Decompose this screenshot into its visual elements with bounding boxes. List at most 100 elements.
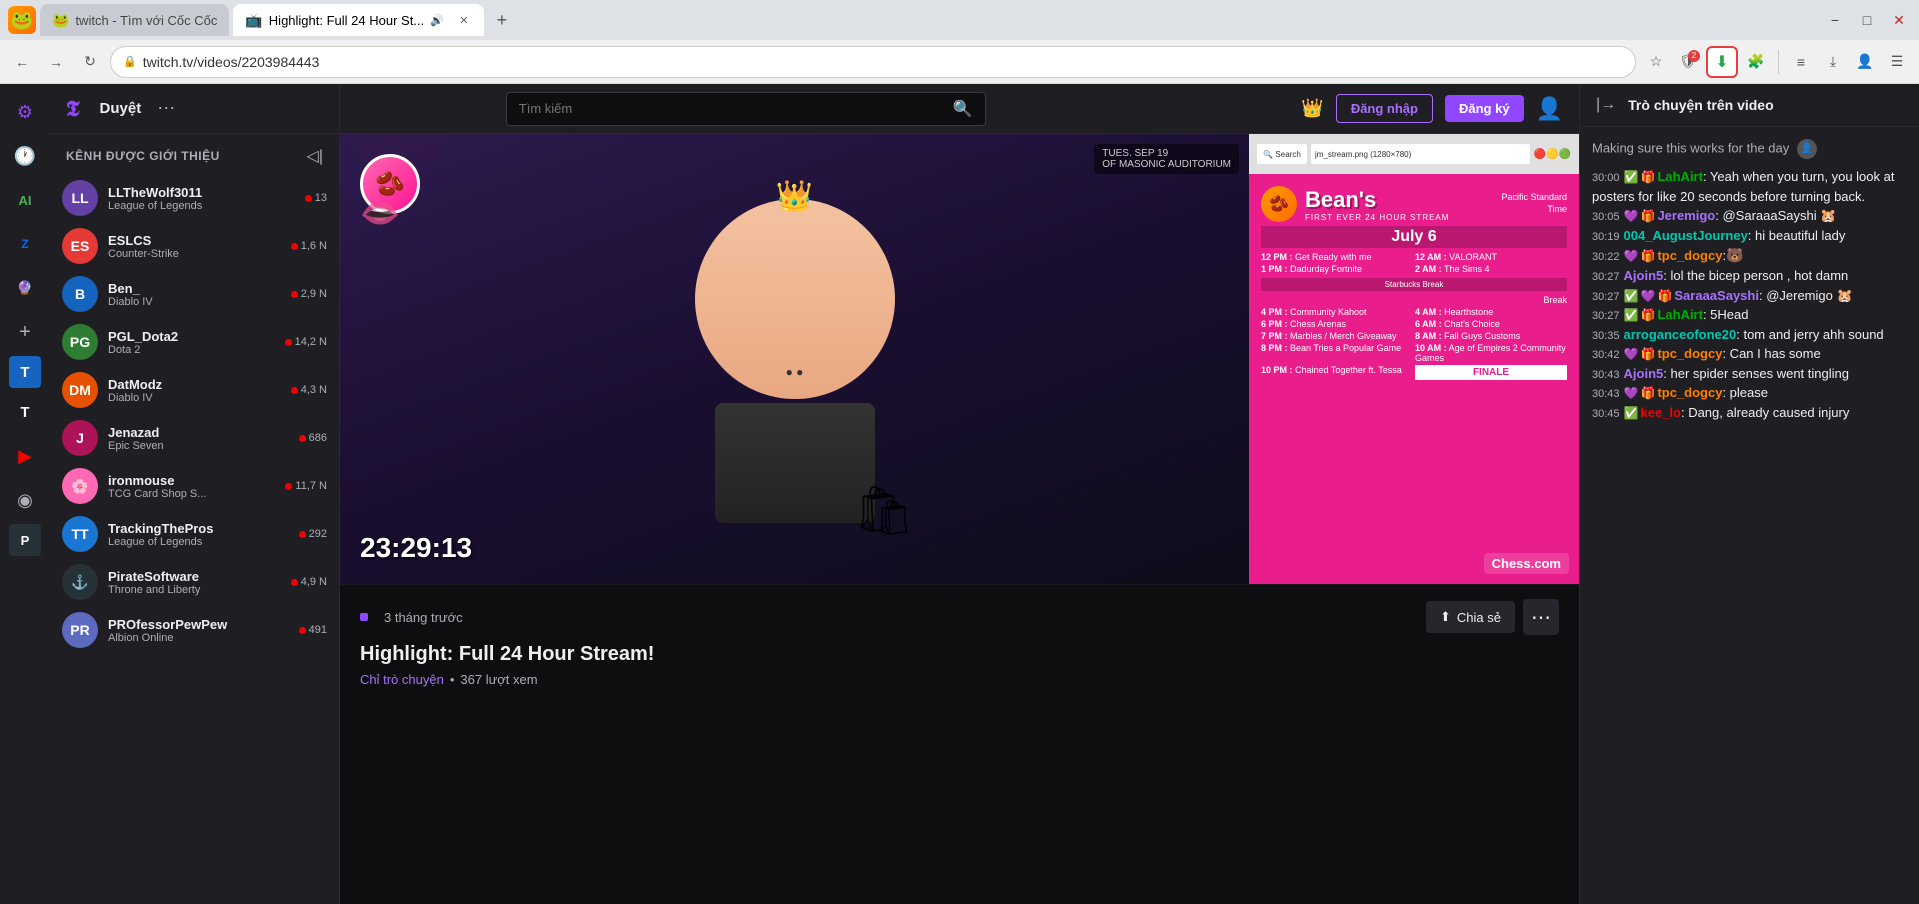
close-button[interactable]: ✕ xyxy=(1887,8,1911,32)
sidebar-icon-ai[interactable]: AI xyxy=(5,180,45,220)
video-frame[interactable]: 🫘 TUES. SEP 19OF MASONIC AUDITORIUM 👑 xyxy=(340,134,1579,584)
sidebar-icon-youtube[interactable]: ▶ xyxy=(5,436,45,476)
message-username[interactable]: LahAirt xyxy=(1657,307,1703,322)
chat-messages-list: 30:00✅🎁LahAirt: Yeah when you turn, you … xyxy=(1592,167,1907,422)
video-stats-row: Chỉ trò chuyện • 367 lượt xem xyxy=(360,672,1559,687)
channel-list-item[interactable]: ES ESLCS Counter-Strike 1,6 N xyxy=(50,222,339,270)
channel-name: PGL_Dota2 xyxy=(108,329,275,344)
sidebar-icon-other[interactable]: ◉ xyxy=(5,480,45,520)
tab-2[interactable]: 📺 Highlight: Full 24 Hour St... 🔊 ✕ xyxy=(233,4,484,36)
browser-chrome: 🐸 🐸 twitch - Tìm với Cốc Cốc 📺 Highlight… xyxy=(0,0,1919,84)
message-username[interactable]: kee_lo xyxy=(1640,405,1680,420)
channel-link-text[interactable]: Chỉ trò chuyện xyxy=(360,672,444,687)
refresh-button[interactable]: ↻ xyxy=(76,48,104,76)
sidebar-icon-search[interactable]: 🔮 xyxy=(5,268,45,308)
sidebar-collapse-button[interactable]: ◁| xyxy=(307,146,323,166)
message-text: : 5Head xyxy=(1703,307,1749,322)
back-button[interactable]: ← xyxy=(8,48,36,76)
tab2-close-button[interactable]: ✕ xyxy=(456,12,472,28)
tab2-favicon: 📺 xyxy=(245,12,262,29)
shield-button[interactable]: 🛡 2 xyxy=(1674,48,1702,76)
message-username[interactable]: LahAirt xyxy=(1657,169,1703,184)
login-button[interactable]: Đăng nhập xyxy=(1336,94,1433,123)
new-tab-button[interactable]: + xyxy=(488,6,516,34)
menu-button[interactable]: ☰ xyxy=(1883,48,1911,76)
channel-sidebar: 𝕿 Duyệt ⋯ KÊNH ĐƯỢC GIỚI THIỆU ◁| LL LLT… xyxy=(50,84,340,904)
live-dot xyxy=(285,483,292,490)
channel-list-item[interactable]: B Ben_ Diablo IV 2,9 N xyxy=(50,270,339,318)
sidebar-icon-t1[interactable]: T xyxy=(9,356,41,388)
twitch-topbar: 𝕿 Duyệt ⋯ xyxy=(50,84,339,134)
maximize-button[interactable]: □ xyxy=(1855,8,1879,32)
sidebar-icon-pirate[interactable]: P xyxy=(9,524,41,556)
message-text: : tom and jerry ahh sound xyxy=(1736,327,1883,342)
browse-more-button[interactable]: ⋯ xyxy=(157,98,175,119)
forward-button[interactable]: → xyxy=(42,48,70,76)
schedule-item-2: 12 AM : VALORANT xyxy=(1415,252,1567,262)
message-username[interactable]: tpc_dogcy xyxy=(1657,346,1722,361)
channel-list-item[interactable]: PG PGL_Dota2 Dota 2 14,2 N xyxy=(50,318,339,366)
video-title-text: Highlight: Full 24 Hour Stream! xyxy=(360,643,1559,666)
channel-list-item[interactable]: LL LLTheWolf3011 League of Legends 13 xyxy=(50,174,339,222)
video-meta-row: 3 tháng trước ⬆ Chia sẻ ⋯ xyxy=(360,599,1559,635)
video-right-panel: 🔍 Search jm_stream.png (1280×780) 🔴🟡🟢 🫘 … xyxy=(1249,134,1579,584)
share-button[interactable]: ⬆ Chia sẻ xyxy=(1426,601,1515,633)
channel-avatar: B xyxy=(62,276,98,312)
message-username[interactable]: Jeremigo xyxy=(1657,208,1715,223)
sidebar-title-text: KÊNH ĐƯỢC GIỚI THIỆU xyxy=(66,149,220,163)
sidebar-icon-history[interactable]: 🕐 xyxy=(5,136,45,176)
message-username[interactable]: Ajoin5 xyxy=(1624,366,1664,381)
channel-info: LLTheWolf3011 League of Legends xyxy=(108,185,295,212)
search-bar-container[interactable]: 🔍 xyxy=(506,92,986,126)
search-submit-icon[interactable]: 🔍 xyxy=(953,99,973,119)
share-list-button[interactable]: ≡ xyxy=(1787,48,1815,76)
search-input[interactable] xyxy=(519,101,945,116)
crown-icon[interactable]: 👑 xyxy=(1301,98,1323,119)
schedule-item-8: 4 AM : Hearthstone xyxy=(1415,307,1567,317)
video-info-bar: 3 tháng trước ⬆ Chia sẻ ⋯ Highlight: Ful… xyxy=(340,584,1579,701)
channel-list-item[interactable]: J Jenazad Epic Seven 686 xyxy=(50,414,339,462)
browse-button[interactable]: Duyệt xyxy=(100,100,142,117)
minimize-button[interactable]: − xyxy=(1823,8,1847,32)
video-action-buttons: ⬆ Chia sẻ ⋯ xyxy=(1426,599,1559,635)
download-manager-button[interactable]: ⤓ xyxy=(1819,48,1847,76)
sidebar-icon-t2[interactable]: T xyxy=(5,392,45,432)
download-button[interactable]: ⬇ xyxy=(1706,46,1738,78)
chat-collapse-button[interactable]: |→ xyxy=(1596,96,1616,114)
sidebar-icon-add[interactable]: + xyxy=(5,312,45,352)
channel-name: DatModz xyxy=(108,377,281,392)
user-profile-icon[interactable]: 👤 xyxy=(1536,96,1563,122)
extensions-button[interactable]: 🧩 xyxy=(1742,48,1770,76)
channel-list-item[interactable]: DM DatModz Diablo IV 4,3 N xyxy=(50,366,339,414)
twitch-logo: 𝕿 xyxy=(66,96,80,122)
signup-button[interactable]: Đăng ký xyxy=(1445,95,1524,122)
channel-avatar: DM xyxy=(62,372,98,408)
message-timestamp: 30:43 xyxy=(1592,369,1620,381)
message-username[interactable]: tpc_dogcy xyxy=(1657,385,1722,400)
channel-name: LLTheWolf3011 xyxy=(108,185,295,200)
star-button[interactable]: ☆ xyxy=(1642,48,1670,76)
channel-list-item[interactable]: TT TrackingThePros League of Legends 292 xyxy=(50,510,339,558)
channel-info: Ben_ Diablo IV xyxy=(108,281,281,308)
more-options-button[interactable]: ⋯ xyxy=(1523,599,1559,635)
channel-list-item[interactable]: PR PROfessorPewPew Albion Online 491 xyxy=(50,606,339,654)
message-username[interactable]: 004_AugustJourney xyxy=(1624,228,1748,243)
window-controls: − □ ✕ xyxy=(1823,8,1911,32)
channel-list-item[interactable]: ⚓ PirateSoftware Throne and Liberty 4,9 … xyxy=(50,558,339,606)
profile-button[interactable]: 👤 xyxy=(1851,48,1879,76)
message-timestamp: 30:05 xyxy=(1592,211,1620,223)
message-username[interactable]: Ajoin5 xyxy=(1624,268,1664,283)
channel-viewers: 2,9 N xyxy=(291,288,327,300)
address-bar[interactable]: 🔒 twitch.tv/videos/2203984443 xyxy=(110,46,1636,78)
sidebar-icon-settings[interactable]: ⚙ xyxy=(5,92,45,132)
message-timestamp: 30:27 xyxy=(1592,291,1620,303)
tab-1[interactable]: 🐸 twitch - Tìm với Cốc Cốc xyxy=(40,4,229,36)
message-username[interactable]: SaraaaSayshi xyxy=(1674,288,1759,303)
message-username[interactable]: arroganceofone20 xyxy=(1624,327,1737,342)
channel-list-item[interactable]: 🌸 ironmouse TCG Card Shop S... 11,7 N xyxy=(50,462,339,510)
sidebar-icon-zalo[interactable]: Z xyxy=(5,224,45,264)
schedule-item-4: 2 AM : The Sims 4 xyxy=(1415,264,1567,274)
message-username[interactable]: tpc_dogcy xyxy=(1657,248,1722,263)
channel-info: PROfessorPewPew Albion Online xyxy=(108,617,289,644)
sidebar-header: KÊNH ĐƯỢC GIỚI THIỆU ◁| xyxy=(50,134,339,174)
